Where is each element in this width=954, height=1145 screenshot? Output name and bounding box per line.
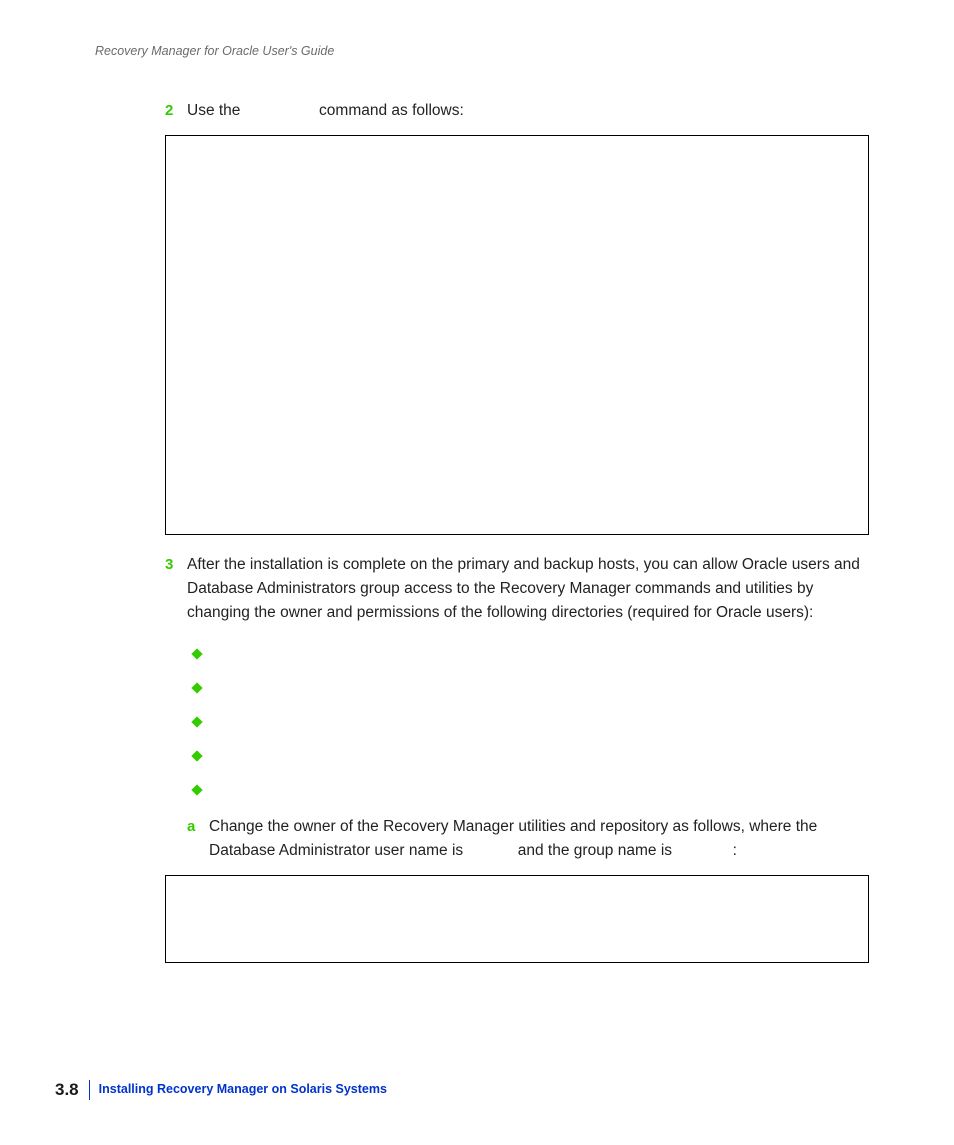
bullet-item [193,645,869,659]
substep-letter: a [187,815,209,863]
step-2: 2 Use the command as follows: [165,99,869,123]
step-3: 3 After the installation is complete on … [165,553,869,625]
code-box [165,875,869,963]
page-footer: 3.8 Installing Recovery Manager on Solar… [55,1077,387,1103]
bullet-list [193,645,869,795]
step-body: After the installation is complete on th… [187,553,869,625]
text-fragment: Change the owner of the Recovery Manager… [209,818,817,859]
code-box [165,135,869,535]
text-fragment: and the group name is [518,842,677,859]
text-fragment: : [733,842,737,859]
substep-body: Change the owner of the Recovery Manager… [209,815,869,863]
running-header: Recovery Manager for Oracle User's Guide [95,42,869,61]
bullet-item [193,747,869,761]
step-number: 2 [165,99,187,123]
bullet-item [193,713,869,727]
text-fragment: Use the [187,102,245,119]
bullet-item [193,781,869,795]
page: Recovery Manager for Oracle User's Guide… [0,0,954,1145]
bullet-item [193,679,869,693]
text-fragment: command as follows: [319,102,464,119]
step-number: 3 [165,553,187,625]
substep-a: a Change the owner of the Recovery Manag… [187,815,869,863]
step-body: Use the command as follows: [187,99,869,123]
footer-separator [89,1080,90,1100]
page-number: 3.8 [55,1077,79,1103]
footer-section-title: Installing Recovery Manager on Solaris S… [99,1080,387,1099]
